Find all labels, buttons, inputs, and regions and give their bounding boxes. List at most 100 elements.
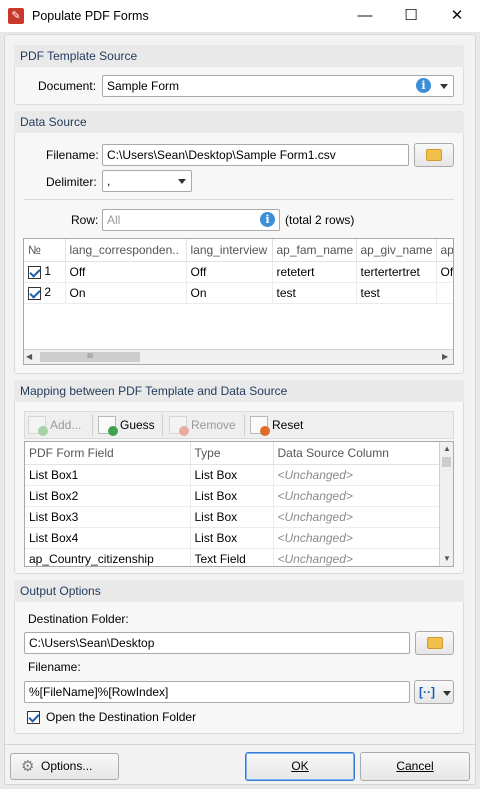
data-source-heading: Data Source [14,111,464,133]
ok-label: OK [291,759,309,773]
column-header[interactable]: ap [436,239,453,262]
macro-icon: [··] [419,685,435,699]
table-cell[interactable]: <Unchanged> [273,548,440,566]
row-label: Row: [71,213,99,227]
table-cell[interactable]: <Unchanged> [273,485,440,507]
column-header[interactable]: № [24,239,66,262]
scroll-thumb[interactable] [442,457,451,467]
table-row[interactable]: List Box4 List Box <Unchanged> [25,527,440,549]
document-value: Sample Form [107,79,180,93]
row-number: 1 [44,264,52,279]
minimize-button[interactable]: — [342,0,388,32]
data-preview-table[interactable]: № lang_corresponden.. lang_interview ap_… [23,238,454,365]
open-folder-checkbox-row[interactable]: Open the Destination Folder [27,710,196,724]
table-cell[interactable]: <Unchanged> [273,464,440,486]
table-cell: List Box4 [25,527,191,549]
close-button[interactable]: ✕ [434,0,480,32]
open-folder-checkbox[interactable] [27,710,40,724]
row-checkbox[interactable] [28,265,41,279]
chevron-down-icon [443,691,451,696]
macro-button[interactable]: [··] [414,680,454,704]
table-cell: On [186,282,273,304]
table-cell[interactable]: <Unchanged> [273,527,440,549]
reset-label: Reset [272,418,304,432]
folder-icon [426,149,442,161]
column-header[interactable]: ap_fam_name [272,239,357,262]
ok-button[interactable]: OK [245,752,355,781]
add-icon [28,416,48,436]
toolbar-separator [92,414,93,436]
column-header[interactable]: lang_corresponden.. [65,239,187,262]
column-header[interactable]: ap_giv_name [356,239,437,262]
table-cell [436,282,453,304]
table-row[interactable]: ap_Country_citizenship Text Field <Uncha… [25,548,440,566]
info-icon[interactable]: i [416,78,431,93]
table-cell: List Box [190,527,274,549]
table-row[interactable]: List Box3 List Box <Unchanged> [25,506,440,528]
output-heading: Output Options [14,580,464,602]
column-header[interactable]: Type [190,442,274,465]
chevron-down-icon[interactable] [440,84,448,89]
row-input[interactable]: All [102,209,280,231]
table-row[interactable]: 1 Off Off retetert tertertertret Off [24,261,453,283]
chevron-down-icon[interactable] [178,179,186,184]
table-cell[interactable]: <Unchanged> [273,506,440,528]
mapping-table[interactable]: PDF Form Field Type Data Source Column L… [24,441,454,567]
table-cell: Text Field [190,548,274,566]
scroll-thumb[interactable]: III [40,352,140,362]
filename-label: Filename: [46,148,99,162]
document-select[interactable]: Sample Form [102,75,454,97]
reset-button[interactable]: Reset [250,416,304,436]
table-cell: On [65,282,187,304]
table-cell: Off [65,261,187,283]
table-row[interactable]: List Box2 List Box <Unchanged> [25,485,440,507]
row-total: (total 2 rows) [285,213,355,227]
folder-icon [426,637,443,649]
table-row[interactable]: List Box1 List Box <Unchanged> [25,464,440,486]
maximize-button[interactable]: ☐ [388,0,434,32]
table-cell: List Box [190,464,274,486]
table-cell: tertertertret [356,261,437,283]
table-cell: List Box3 [25,506,191,528]
output-filename-input[interactable]: %[FileName]%[RowIndex] [24,681,410,703]
gear-icon: ⚙ [21,758,35,775]
scroll-right-arrow[interactable]: ▶ [442,352,448,361]
browse-folder-button[interactable] [415,631,454,655]
table-cell: List Box2 [25,485,191,507]
browse-file-button[interactable] [414,143,454,167]
scroll-down-arrow[interactable]: ▼ [443,554,451,563]
horizontal-scrollbar[interactable]: ◀ III ▶ [24,349,453,364]
column-header[interactable]: lang_interview [186,239,273,262]
mapping-heading: Mapping between PDF Template and Data So… [14,380,464,402]
destination-input[interactable]: C:\Users\Sean\Desktop [24,632,410,654]
table-header-row: PDF Form Field Type Data Source Column [25,442,440,465]
mapping-toolbar [24,411,454,439]
divider [24,199,454,200]
remove-label: Remove [191,418,236,432]
template-source-heading: PDF Template Source [14,45,464,67]
remove-icon [169,416,189,436]
window-title: Populate PDF Forms [32,9,149,23]
table-row[interactable]: 2 On On test test [24,282,453,304]
row-number: 2 [44,285,52,300]
guess-icon [98,416,118,436]
add-label: Add... [50,418,82,432]
guess-button[interactable]: Guess [98,416,155,436]
vertical-scrollbar[interactable]: ▲ ▼ [439,442,453,566]
scroll-grip: III [87,353,93,360]
remove-button[interactable]: Remove [169,416,236,436]
table-cell: ap_Country_citizenship [25,548,191,566]
toolbar-separator [244,414,245,436]
table-cell: Off [436,261,453,283]
add-button[interactable]: Add... [28,416,82,436]
scroll-left-arrow[interactable]: ◀ [26,352,32,361]
cancel-button[interactable]: Cancel [360,752,470,781]
scroll-up-arrow[interactable]: ▲ [443,444,451,453]
column-header[interactable]: Data Source Column [273,442,440,465]
row-checkbox[interactable] [28,286,41,300]
filename-input[interactable]: C:\Users\Sean\Desktop\Sample Form1.csv [102,144,409,166]
column-header[interactable]: PDF Form Field [25,442,191,465]
options-button[interactable]: ⚙ Options... [10,753,119,780]
table-cell: retetert [272,261,357,283]
info-icon[interactable]: i [260,212,275,227]
